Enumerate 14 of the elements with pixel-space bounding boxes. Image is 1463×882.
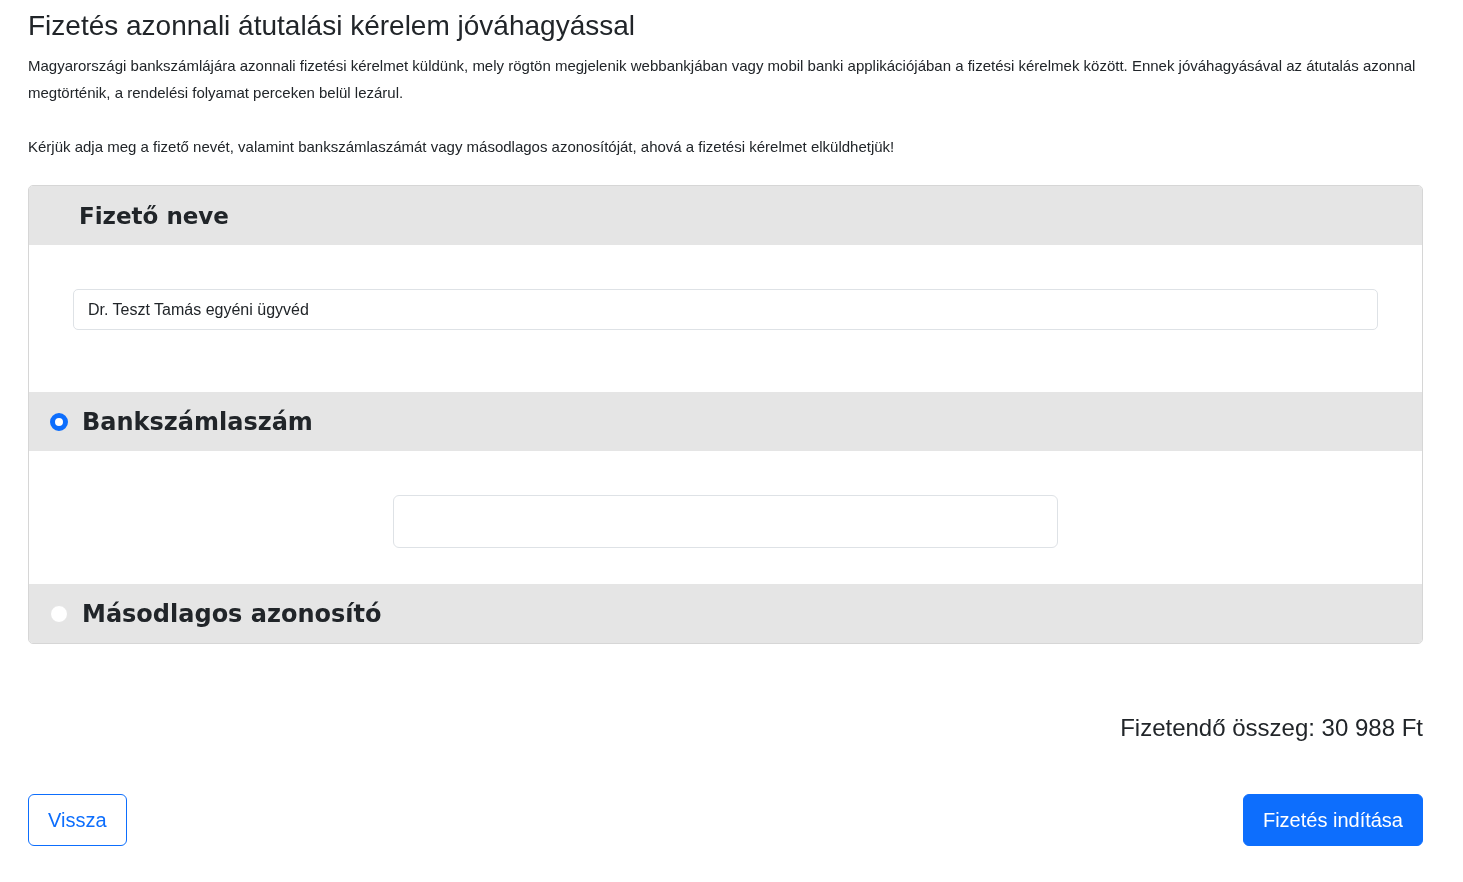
option-header[interactable]: Bankszámlaszám bbox=[29, 392, 1422, 451]
radio-button[interactable] bbox=[50, 412, 68, 431]
page-title: Fizetés azonnali átutalási kérelem jóváhagyással bbox=[28, 10, 636, 42]
back-button[interactable]: Vissza bbox=[28, 794, 127, 846]
name-input-field[interactable]: Dr. Teszt Tamás egyéni ügyvéd bbox=[73, 289, 1378, 330]
option-label: Másodlagos azonosító bbox=[82, 599, 382, 628]
section-header: Fizető neve bbox=[29, 186, 1422, 245]
start-payment-button[interactable]: Fizetés indítása bbox=[1242, 794, 1423, 846]
option-label: Bankszámlaszám bbox=[82, 407, 313, 436]
identifier-input-field[interactable] bbox=[393, 495, 1058, 548]
instruction-text: Kérjük adja meg a fizető nevét, valamint bankszámlaszámát vagy másodlagos azonosítóját, ahová a fizetési kérelmet elküldhetjük! bbox=[28, 137, 896, 157]
option-header[interactable]: Másodlagos azonosító bbox=[29, 584, 1422, 643]
amount-total: Fizetendő összeg: 30 988 Ft bbox=[1119, 714, 1423, 742]
intro-text: Magyarországi bankszámlájára azonnali fizetési kérelmet küldünk, mely rögtön megjelenik webbankjában vagy mobil banki applikációjában a fizetési kérelmek között. Ennek jóváhagyásával az átutalás azonnal megtörténik, a rendelési folyamat perceken belül lezárul. bbox=[28, 56, 1417, 103]
